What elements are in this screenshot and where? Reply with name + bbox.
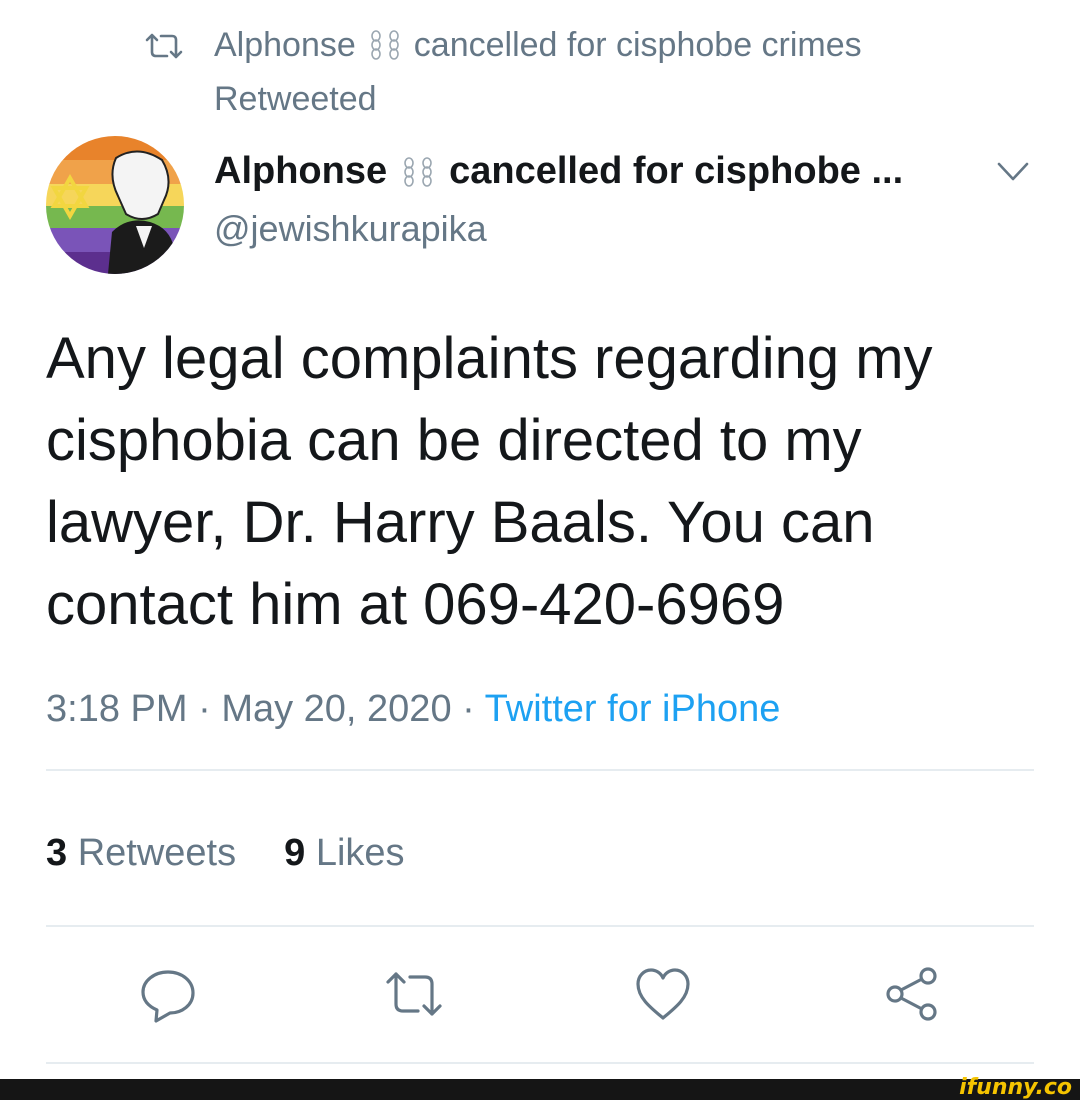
share-button[interactable]	[882, 964, 942, 1024]
retweets-label: Retweets	[77, 832, 237, 874]
tweet-meta: 3:18 PM · May 20, 2020 · Twitter for iPh…	[46, 688, 780, 731]
chain-icon	[397, 154, 439, 187]
watermark: ifunny.co	[959, 1075, 1072, 1100]
author-name-left: Alphonse	[214, 150, 388, 192]
tweet-stats: 3 Retweets 9 Likes	[46, 832, 405, 875]
tweet-date: May 20, 2020	[221, 688, 452, 730]
divider	[46, 1062, 1034, 1064]
likes-stat[interactable]: 9 Likes	[284, 832, 404, 874]
tweet-source-link[interactable]: Twitter for iPhone	[485, 688, 781, 730]
meta-separator: ·	[451, 688, 485, 730]
likes-label: Likes	[315, 832, 405, 874]
retweeted-header[interactable]: Alphonse cancelled for cisphobe crimes R…	[0, 24, 1080, 124]
author-handle[interactable]: @jewishkurapika	[214, 208, 487, 250]
reply-icon	[141, 970, 195, 1023]
retweet-icon	[145, 32, 183, 60]
tweet-text: Any legal complaints regarding my cispho…	[46, 326, 933, 637]
meta-separator: ·	[187, 688, 222, 730]
retweet-button[interactable]	[384, 964, 444, 1024]
retweeted-label: Retweeted	[214, 80, 377, 118]
chain-icon	[364, 30, 406, 60]
tweet-time: 3:18 PM	[46, 688, 188, 730]
divider	[46, 769, 1034, 771]
retweet-icon	[386, 972, 442, 1016]
divider	[46, 925, 1034, 927]
chevron-down-icon[interactable]	[996, 160, 1030, 184]
watermark-bar: ifunny.co	[0, 1075, 1080, 1100]
reply-button[interactable]	[138, 964, 198, 1024]
author-display-name[interactable]: Alphonse cancelled for cisphobe ...	[214, 150, 903, 193]
share-icon	[886, 967, 937, 1021]
retweets-count: 3	[46, 832, 68, 874]
avatar[interactable]	[46, 136, 184, 274]
retweets-stat[interactable]: 3 Retweets	[46, 832, 236, 874]
author-name-right: cancelled for cisphobe ...	[449, 150, 904, 192]
likes-count: 9	[284, 832, 306, 874]
retweeter-name-left: Alphonse	[214, 26, 356, 64]
retweeter-name-right: cancelled for cisphobe crimes	[413, 26, 862, 64]
like-button[interactable]	[633, 964, 693, 1024]
retweeter-name[interactable]: Alphonse cancelled for cisphobe crimes	[214, 26, 862, 65]
like-icon	[636, 968, 690, 1020]
